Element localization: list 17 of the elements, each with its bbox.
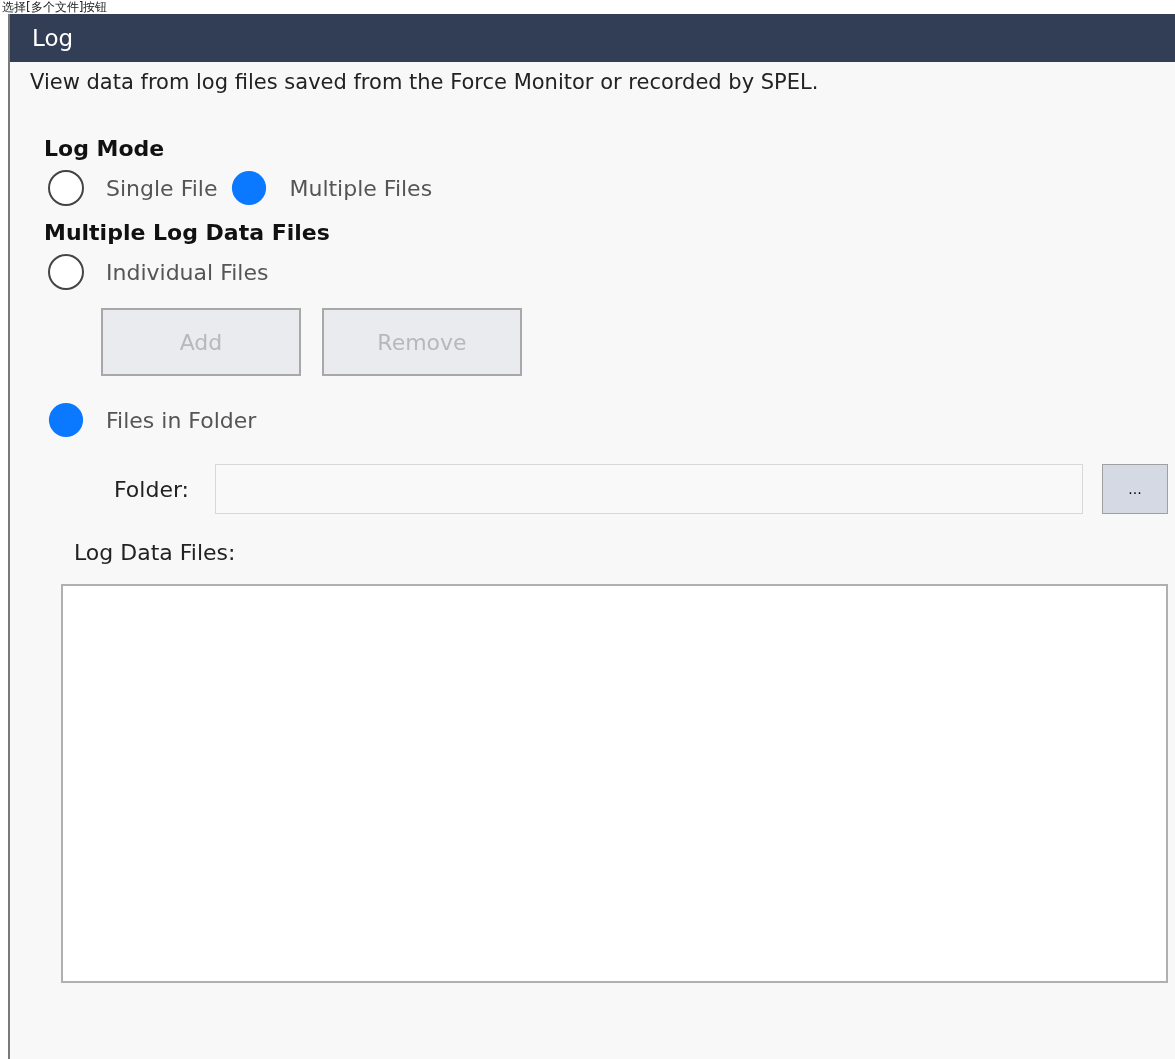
description-text: View data from log files saved from the Force Monitor or recorded by SPEL. bbox=[29, 69, 820, 96]
radio-option[interactable]: Individual Files bbox=[48, 254, 269, 290]
radio-empty-icon[interactable] bbox=[48, 254, 84, 290]
caption-text: 选择[多个文件]按钮 bbox=[1, 0, 109, 14]
list-label: Log Data Files: bbox=[74, 540, 237, 567]
folder-field[interactable] bbox=[215, 464, 1083, 514]
browse-button[interactable]: ... bbox=[1102, 464, 1168, 514]
radio-empty-icon[interactable] bbox=[48, 170, 84, 206]
window-title: Log bbox=[10, 14, 1175, 62]
radio-option[interactable]: Single File bbox=[48, 170, 218, 206]
radio-selected-icon[interactable] bbox=[232, 170, 267, 206]
section-heading: Multiple Log Data Files bbox=[44, 218, 331, 247]
section-heading: Log Mode bbox=[44, 134, 166, 163]
radio-option[interactable]: Multiple Files bbox=[231, 170, 433, 206]
radio-selected-icon[interactable] bbox=[48, 402, 84, 438]
radio-option[interactable]: Files in Folder bbox=[48, 402, 257, 438]
folder-label: Folder: bbox=[114, 476, 190, 502]
